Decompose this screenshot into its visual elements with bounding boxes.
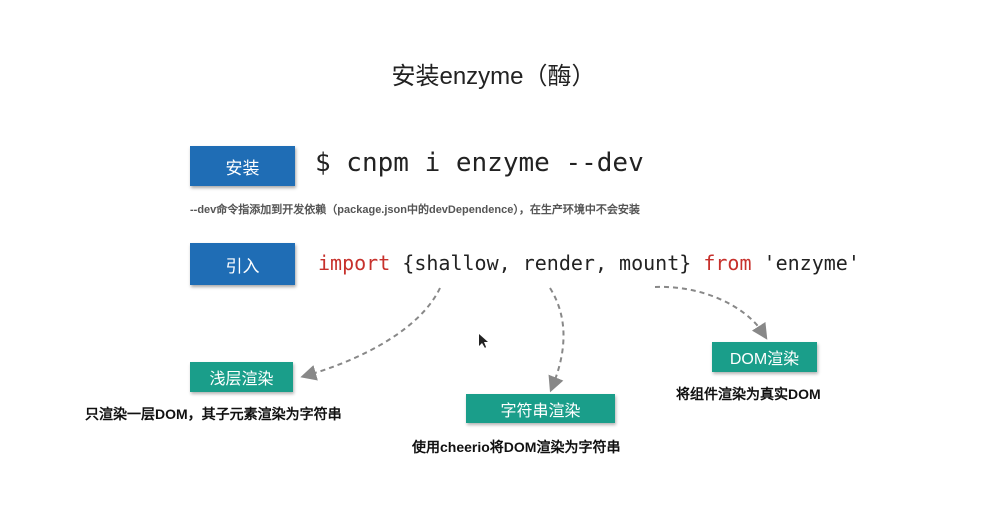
string-render-box: 字符串渲染	[466, 394, 615, 423]
shallow-render-desc: 只渲染一层DOM，其子元素渲染为字符串	[85, 406, 342, 422]
arrow-to-render	[548, 287, 565, 393]
cursor-icon	[479, 334, 488, 348]
arrow-to-shallow	[300, 287, 441, 381]
arrow-to-mount	[654, 285, 768, 340]
dom-render-desc: 将组件渲染为真实DOM	[676, 386, 821, 402]
shallow-render-box: 浅层渲染	[190, 362, 293, 392]
dom-render-box: DOM渲染	[712, 342, 817, 372]
string-render-desc: 使用cheerio将DOM渲染为字符串	[412, 439, 621, 455]
